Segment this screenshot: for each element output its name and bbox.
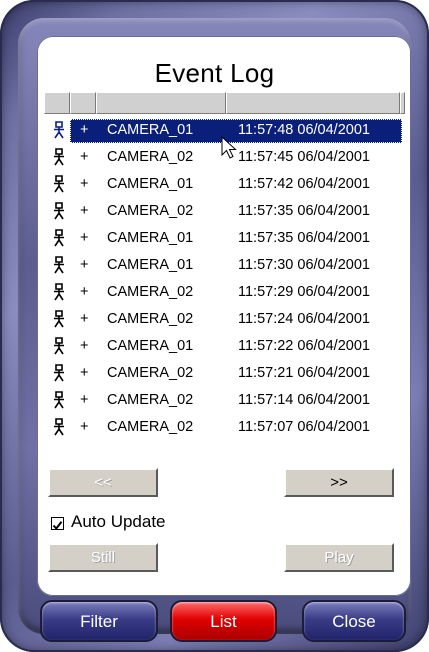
- event-type: +: [80, 176, 89, 192]
- person-icon: [52, 148, 66, 166]
- event-type: +: [80, 230, 89, 246]
- event-type: +: [80, 284, 89, 300]
- event-time: 11:57:42 06/04/2001: [238, 176, 370, 192]
- person-icon: [52, 283, 66, 301]
- list-item[interactable]: + CAMERA_02 11:57:35 06/04/2001: [44, 199, 405, 226]
- column-header: [44, 92, 405, 114]
- event-type: +: [80, 365, 89, 381]
- list-item[interactable]: + CAMERA_02 11:57:07 06/04/2001: [44, 415, 405, 442]
- list-item[interactable]: + CAMERA_01 11:57:35 06/04/2001: [44, 226, 405, 253]
- camera-name: CAMERA_01: [107, 230, 194, 246]
- event-type: +: [80, 122, 89, 138]
- camera-name: CAMERA_02: [107, 311, 194, 327]
- camera-name: CAMERA_02: [107, 419, 194, 435]
- column-header-camera[interactable]: [96, 92, 226, 114]
- camera-name: CAMERA_01: [107, 257, 194, 273]
- camera-name: CAMERA_01: [107, 122, 194, 138]
- next-page-button[interactable]: >>: [284, 468, 394, 497]
- list-item[interactable]: + CAMERA_02 11:57:24 06/04/2001: [44, 307, 405, 334]
- page-title: Event Log: [154, 58, 275, 88]
- event-time: 11:57:07 06/04/2001: [238, 419, 370, 435]
- column-header-icon[interactable]: [44, 92, 70, 114]
- event-type: +: [80, 419, 89, 435]
- close-button[interactable]: Close: [302, 600, 406, 642]
- event-type: +: [80, 203, 89, 219]
- event-time: 11:57:21 06/04/2001: [238, 365, 370, 381]
- person-icon: [52, 364, 66, 382]
- list-item[interactable]: + CAMERA_02 11:57:14 06/04/2001: [44, 388, 405, 415]
- column-header-type[interactable]: [70, 92, 96, 114]
- previous-page-button[interactable]: <<: [48, 468, 158, 497]
- event-time: 11:57:30 06/04/2001: [238, 257, 370, 273]
- event-time: 11:57:35 06/04/2001: [238, 230, 370, 246]
- column-header-end: [400, 92, 405, 114]
- event-time: 11:57:29 06/04/2001: [238, 284, 370, 300]
- event-list: + CAMERA_01 11:57:48 06/04/2001 + CAMERA_02 1…: [44, 118, 405, 442]
- camera-name: CAMERA_01: [107, 176, 194, 192]
- filter-button[interactable]: Filter: [40, 600, 158, 642]
- event-type: +: [80, 311, 89, 327]
- person-icon: [52, 418, 66, 436]
- person-icon: [52, 121, 66, 139]
- event-time: 11:57:45 06/04/2001: [238, 149, 370, 165]
- person-icon: [52, 391, 66, 409]
- list-button[interactable]: List: [170, 600, 277, 642]
- still-button[interactable]: Still: [48, 543, 158, 572]
- person-icon: [52, 175, 66, 193]
- mouse-cursor-icon: [221, 136, 237, 159]
- list-item[interactable]: + CAMERA_01 11:57:22 06/04/2001: [44, 334, 405, 361]
- list-item[interactable]: + CAMERA_02 11:57:21 06/04/2001: [44, 361, 405, 388]
- event-type: +: [80, 392, 89, 408]
- person-icon: [52, 310, 66, 328]
- auto-update-label: Auto Update: [71, 512, 166, 531]
- camera-name: CAMERA_02: [107, 365, 194, 381]
- event-time: 11:57:48 06/04/2001: [238, 122, 370, 138]
- event-time: 11:57:35 06/04/2001: [238, 203, 370, 219]
- event-time: 11:57:22 06/04/2001: [238, 338, 370, 354]
- camera-name: CAMERA_02: [107, 284, 194, 300]
- camera-name: CAMERA_02: [107, 203, 194, 219]
- list-item[interactable]: + CAMERA_02 11:57:29 06/04/2001: [44, 280, 405, 307]
- camera-name: CAMERA_01: [107, 338, 194, 354]
- list-item[interactable]: + CAMERA_01 11:57:42 06/04/2001: [44, 172, 405, 199]
- person-icon: [52, 229, 66, 247]
- event-type: +: [80, 149, 89, 165]
- auto-update-checkbox[interactable]: [51, 517, 64, 531]
- person-icon: [52, 337, 66, 355]
- play-button[interactable]: Play: [284, 543, 394, 572]
- event-time: 11:57:24 06/04/2001: [238, 311, 370, 327]
- person-icon: [52, 202, 66, 220]
- list-item[interactable]: + CAMERA_01 11:57:30 06/04/2001: [44, 253, 405, 280]
- camera-name: CAMERA_02: [107, 392, 194, 408]
- camera-name: CAMERA_02: [107, 149, 194, 165]
- event-type: +: [80, 257, 89, 273]
- event-time: 11:57:14 06/04/2001: [238, 392, 370, 408]
- column-header-time[interactable]: [226, 92, 400, 114]
- event-type: +: [80, 338, 89, 354]
- checkmark-icon: [52, 521, 63, 531]
- person-icon: [52, 256, 66, 274]
